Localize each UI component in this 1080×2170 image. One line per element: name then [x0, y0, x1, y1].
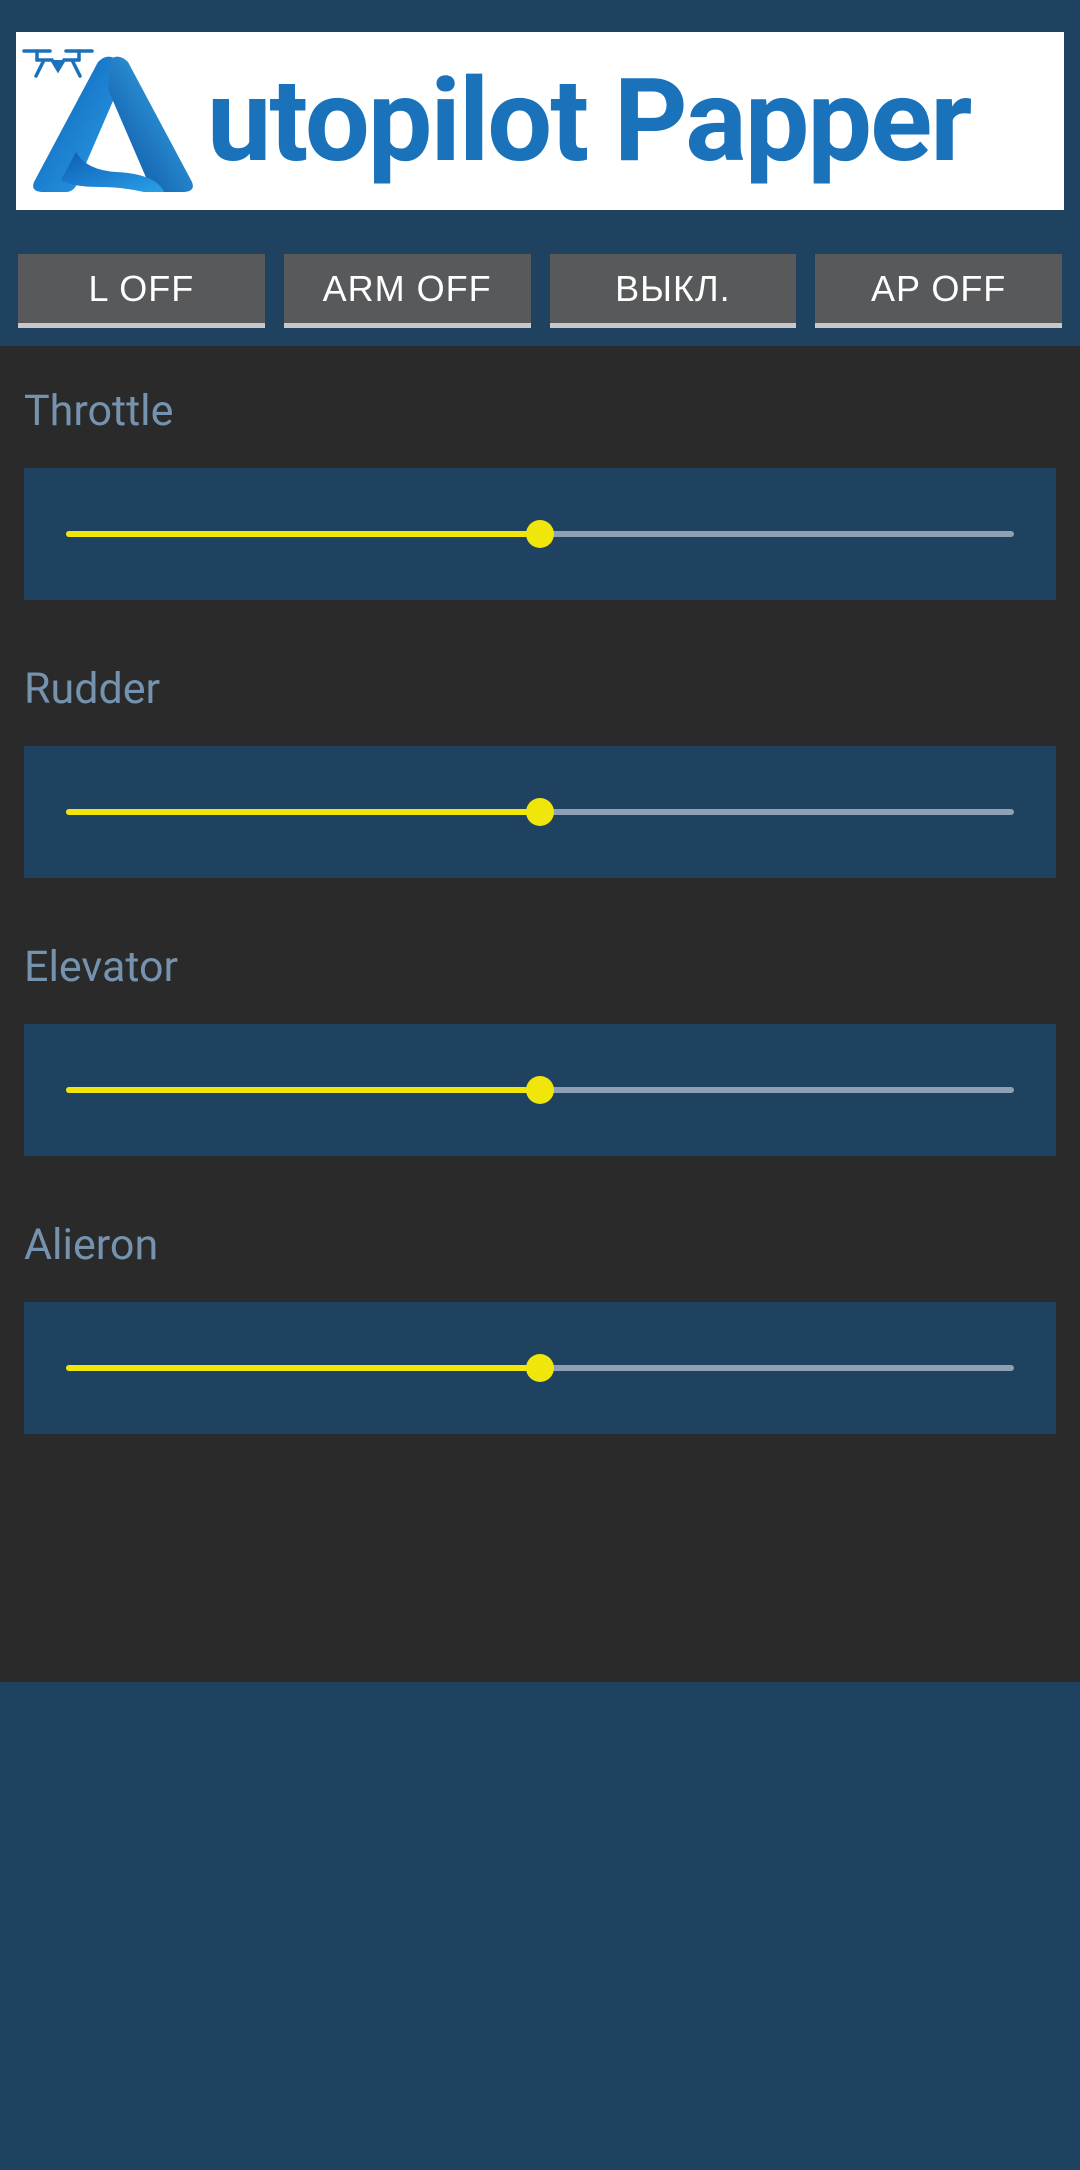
- logo: [22, 46, 197, 196]
- alieron-slider[interactable]: [66, 1356, 1014, 1380]
- slider-fill: [66, 809, 540, 815]
- slider-thumb[interactable]: [526, 1076, 554, 1104]
- throttle-label: Throttle: [24, 386, 1056, 436]
- alieron-label: Alieron: [24, 1220, 1056, 1270]
- rudder-group: Rudder: [0, 648, 1080, 878]
- elevator-label: Elevator: [24, 942, 1056, 992]
- slider-fill: [66, 1087, 540, 1093]
- header-banner: utopilot Papper: [16, 32, 1064, 210]
- brand-text: utopilot Papper: [207, 54, 970, 189]
- ap-off-button[interactable]: AP OFF: [815, 254, 1062, 328]
- button-row: L OFF ARM OFF ВЫКЛ. AP OFF: [0, 226, 1080, 346]
- rudder-label: Rudder: [24, 664, 1056, 714]
- letter-a-icon: [26, 52, 200, 196]
- alieron-slider-box: [24, 1302, 1056, 1434]
- slider-thumb[interactable]: [526, 520, 554, 548]
- throttle-slider-box: [24, 468, 1056, 600]
- slider-fill: [66, 1365, 540, 1371]
- elevator-group: Elevator: [0, 926, 1080, 1156]
- elevator-slider-box: [24, 1024, 1056, 1156]
- slider-fill: [66, 531, 540, 537]
- elevator-slider[interactable]: [66, 1078, 1014, 1102]
- arm-off-button[interactable]: ARM OFF: [284, 254, 531, 328]
- throttle-slider[interactable]: [66, 522, 1014, 546]
- slider-thumb[interactable]: [526, 1354, 554, 1382]
- l-off-button[interactable]: L OFF: [18, 254, 265, 328]
- slider-thumb[interactable]: [526, 798, 554, 826]
- rudder-slider[interactable]: [66, 800, 1014, 824]
- throttle-group: Throttle: [0, 370, 1080, 600]
- alieron-group: Alieron: [0, 1204, 1080, 1434]
- controls-panel: Throttle Rudder Elevator: [0, 346, 1080, 1682]
- rudder-slider-box: [24, 746, 1056, 878]
- vykl-button[interactable]: ВЫКЛ.: [550, 254, 797, 328]
